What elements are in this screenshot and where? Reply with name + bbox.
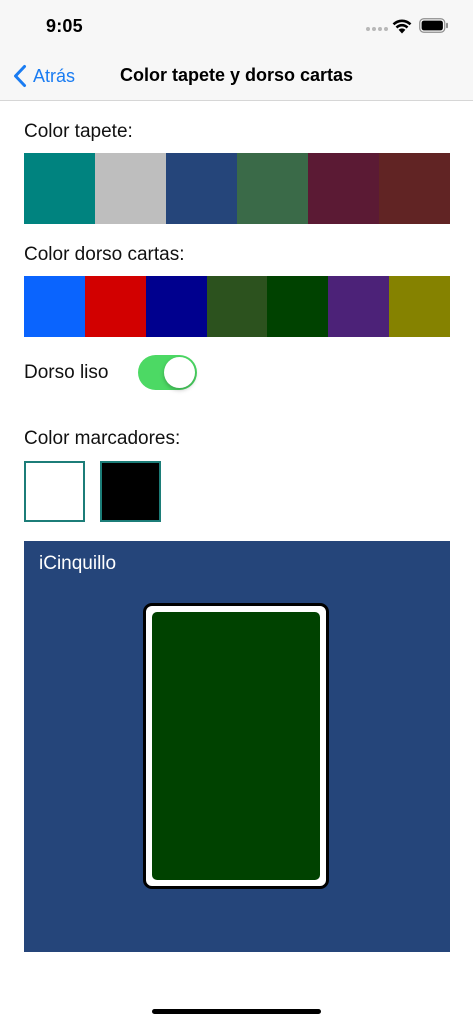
marker-color-black[interactable] <box>100 461 161 522</box>
toggle-knob <box>164 357 195 388</box>
dorso-swatch-2[interactable] <box>84 276 146 337</box>
tapete-swatch-5[interactable] <box>308 153 379 224</box>
dorso-swatch-1[interactable] <box>24 276 85 337</box>
tapete-swatch-2[interactable] <box>95 153 166 224</box>
dorso-swatch-5[interactable] <box>267 276 329 337</box>
tapete-color-label: Color tapete: <box>24 121 133 142</box>
page-title: Color tapete y dorso cartas <box>119 65 354 85</box>
dorso-liso-label: Dorso liso <box>24 362 109 383</box>
dorso-color-palette <box>24 276 451 337</box>
tapete-color-palette <box>24 153 450 224</box>
marcadores-color-label: Color marcadores: <box>24 428 181 449</box>
home-indicator <box>152 1009 321 1014</box>
table-preview: iCinquillo <box>24 541 450 952</box>
dorso-swatch-7[interactable] <box>389 276 451 337</box>
status-time: 9:05 <box>46 16 83 36</box>
dorso-swatch-3[interactable] <box>145 276 207 337</box>
tapete-swatch-6[interactable] <box>379 153 450 224</box>
status-bar: 9:05 <box>0 0 473 50</box>
dorso-liso-toggle[interactable] <box>138 355 197 390</box>
battery-icon <box>419 18 448 33</box>
card-back <box>152 612 320 880</box>
preview-title: iCinquillo <box>39 553 117 574</box>
tapete-swatch-4[interactable] <box>237 153 308 224</box>
dorso-swatch-4[interactable] <box>206 276 268 337</box>
cellular-dots-icon <box>366 27 388 31</box>
dorso-color-label: Color dorso cartas: <box>24 244 185 265</box>
marker-color-white[interactable] <box>24 461 85 522</box>
wifi-icon <box>392 19 412 34</box>
tapete-swatch-1[interactable] <box>24 153 95 224</box>
navigation-bar: Atrás Color tapete y dorso cartas <box>0 50 473 101</box>
dorso-swatch-6[interactable] <box>328 276 390 337</box>
tapete-swatch-3[interactable] <box>166 153 237 224</box>
card-preview <box>143 603 329 889</box>
